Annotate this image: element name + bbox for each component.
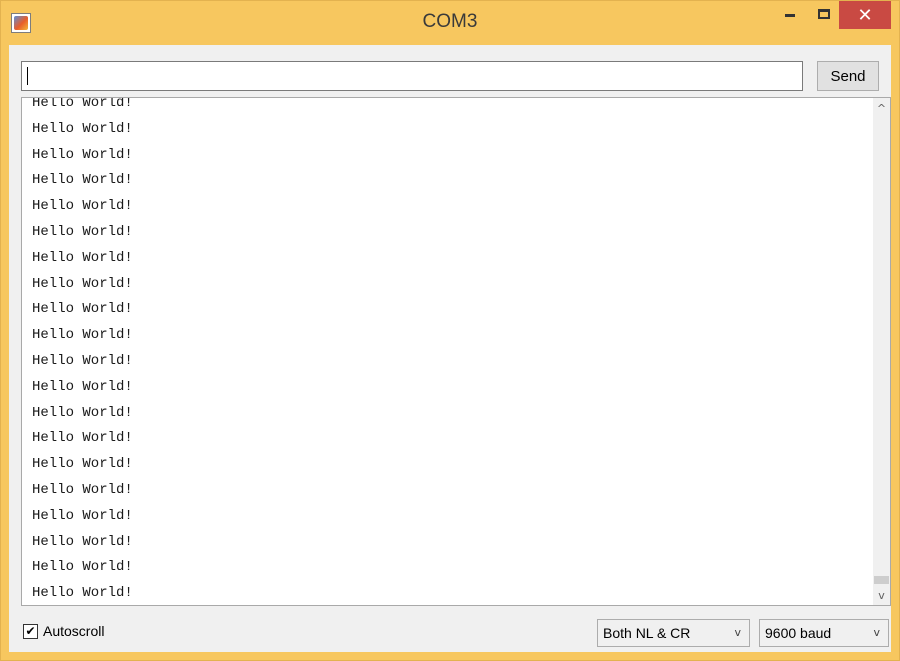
send-input[interactable] xyxy=(21,61,803,91)
output-line: Hello World! xyxy=(32,456,133,473)
chevron-down-icon: v xyxy=(734,626,741,639)
vertical-scrollbar[interactable]: ^ v xyxy=(873,98,890,605)
line-ending-value: Both NL & CR xyxy=(603,625,691,641)
scroll-up-arrow-icon[interactable]: ^ xyxy=(873,98,890,118)
text-caret xyxy=(27,67,28,85)
footer-bar: ✔ Autoscroll Both NL & CR v 9600 baud v xyxy=(9,607,891,652)
baud-rate-value: 9600 baud xyxy=(765,625,832,641)
output-line: Hello World! xyxy=(32,378,133,395)
autoscroll-toggle[interactable]: ✔ Autoscroll xyxy=(23,623,104,639)
output-line: Hello World! xyxy=(32,120,133,137)
output-line: Hello World! xyxy=(32,249,133,266)
output-line: Hello World! xyxy=(32,352,133,369)
line-ending-select[interactable]: Both NL & CR v xyxy=(597,619,750,647)
baud-rate-select[interactable]: 9600 baud v xyxy=(759,619,889,647)
scroll-down-arrow-icon[interactable]: v xyxy=(873,585,890,605)
output-line: Hello World! xyxy=(32,198,133,215)
minimize-button[interactable] xyxy=(773,1,807,29)
output-line: Hello World! xyxy=(32,97,133,111)
autoscroll-label[interactable]: Autoscroll xyxy=(43,623,104,639)
title-bar[interactable]: COM3 ✕ xyxy=(1,1,899,45)
output-line: Hello World! xyxy=(32,481,133,498)
client-area: Send Hello World! Hello World! Hello World… xyxy=(9,45,891,652)
minimize-icon xyxy=(785,14,795,17)
output-line: Hello World! xyxy=(32,275,133,292)
maximize-button[interactable] xyxy=(807,1,841,29)
output-line: Hello World! xyxy=(32,301,133,318)
serial-monitor-window: COM3 ✕ Send Hello World! Hello World! Hell… xyxy=(0,0,900,661)
output-line: Hello World! xyxy=(32,430,133,447)
output-line: Hello World! xyxy=(32,585,133,602)
output-line: Hello World! xyxy=(32,327,133,344)
output-line: Hello World! xyxy=(32,223,133,240)
send-button[interactable]: Send xyxy=(817,61,879,91)
close-icon: ✕ xyxy=(857,4,873,26)
output-line: Hello World! xyxy=(32,146,133,163)
output-line: Hello World! xyxy=(32,172,133,189)
output-lines: Hello World! Hello World! Hello World! Hell… xyxy=(32,97,133,605)
output-line: Hello World! xyxy=(32,559,133,576)
close-button[interactable]: ✕ xyxy=(839,1,891,29)
serial-output-area[interactable]: Hello World! Hello World! Hello World! Hell… xyxy=(21,97,891,606)
output-line: Hello World! xyxy=(32,404,133,421)
window-title: COM3 xyxy=(422,11,478,32)
chevron-down-icon: v xyxy=(873,626,880,639)
autoscroll-checkbox[interactable]: ✔ xyxy=(23,623,38,639)
scroll-thumb[interactable] xyxy=(874,576,889,584)
output-line: Hello World! xyxy=(32,533,133,550)
checkmark-icon: ✔ xyxy=(25,624,36,638)
maximize-icon xyxy=(818,9,830,19)
output-line: Hello World! xyxy=(32,507,133,524)
